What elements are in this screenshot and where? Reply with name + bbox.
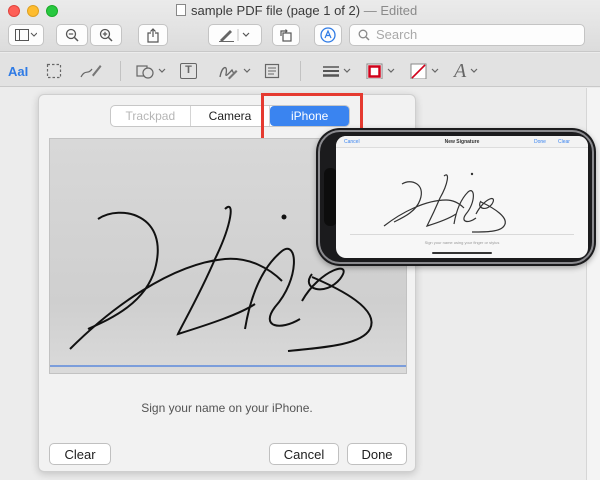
rotate-icon: [280, 29, 292, 42]
pen-icon: [219, 29, 250, 42]
search-placeholder: Search: [376, 27, 418, 42]
sketch-icon: [80, 65, 102, 78]
zoom-in-icon: [99, 28, 113, 42]
sign-icon: [219, 66, 251, 80]
iphone-hint: Sign your name using your finger or styl…: [424, 240, 500, 245]
border-color-menu[interactable]: [366, 61, 398, 81]
clear-button[interactable]: Clear: [49, 443, 111, 465]
sign-menu[interactable]: [218, 61, 254, 81]
close-window-button[interactable]: [8, 5, 20, 17]
text-box-icon: T: [180, 63, 197, 79]
rect-selection-icon: [46, 63, 62, 79]
note-tool[interactable]: [264, 61, 280, 81]
signature-baseline: [50, 365, 406, 367]
chevron-down-icon: [470, 68, 478, 73]
done-button[interactable]: Done: [347, 443, 407, 465]
text-selection-tool[interactable]: AaI: [8, 61, 28, 81]
rotate-button[interactable]: [272, 24, 300, 46]
title-bar: sample PDF file (page 1 of 2) — Edited S…: [0, 0, 600, 52]
rect-selection-tool[interactable]: [46, 61, 62, 81]
toolbar-separator: [300, 61, 301, 81]
sidebar-toggle-button[interactable]: [8, 24, 44, 46]
window-title-text: sample PDF file (page 1 of 2): [191, 3, 361, 18]
markup-icon: [320, 27, 336, 43]
iphone-home-indicator: [432, 252, 492, 254]
toolbar-separator: [120, 61, 121, 81]
signature-instruction: Sign your name on your iPhone.: [141, 401, 313, 415]
search-field[interactable]: Search: [349, 24, 585, 46]
edited-status: — Edited: [363, 3, 418, 18]
text-box-tool[interactable]: T: [180, 61, 197, 81]
shapes-menu[interactable]: [136, 61, 168, 81]
markup-toolbar-button[interactable]: [314, 24, 342, 46]
sidebar-icon: [15, 29, 37, 41]
zoom-out-button[interactable]: [56, 24, 88, 46]
font-menu[interactable]: A: [454, 59, 481, 82]
fill-color-icon: [410, 63, 439, 79]
search-icon: [358, 29, 370, 41]
zoom-out-icon: [65, 28, 79, 42]
share-button[interactable]: [138, 24, 168, 46]
line-style-icon: [323, 66, 351, 77]
iphone-device: Cancel New Signature Done Clear Sign you…: [316, 128, 596, 266]
pen-menu-button[interactable]: [208, 24, 262, 46]
iphone-signature-line: [350, 234, 574, 235]
note-icon: [264, 63, 280, 79]
fill-color-menu[interactable]: [410, 61, 442, 81]
zoom-window-button[interactable]: [46, 5, 58, 17]
zoom-in-button[interactable]: [90, 24, 122, 46]
markup-toolbar: AaI T A: [0, 53, 600, 87]
share-icon: [147, 27, 159, 43]
cancel-button[interactable]: Cancel: [269, 443, 339, 465]
border-color-icon: [366, 63, 395, 79]
minimize-window-button[interactable]: [27, 5, 39, 17]
document-icon: [176, 4, 186, 16]
sketch-tool[interactable]: [80, 61, 102, 81]
text-selection-icon: AaI: [8, 63, 29, 79]
iphone-screen: Cancel New Signature Done Clear Sign you…: [336, 136, 588, 258]
font-icon: A: [454, 59, 467, 82]
tab-trackpad[interactable]: Trackpad: [111, 106, 191, 126]
window-title: sample PDF file (page 1 of 2) — Edited: [176, 3, 417, 18]
line-style-menu[interactable]: [322, 61, 354, 81]
shapes-icon: [136, 65, 166, 79]
tab-camera[interactable]: Camera: [191, 106, 271, 126]
